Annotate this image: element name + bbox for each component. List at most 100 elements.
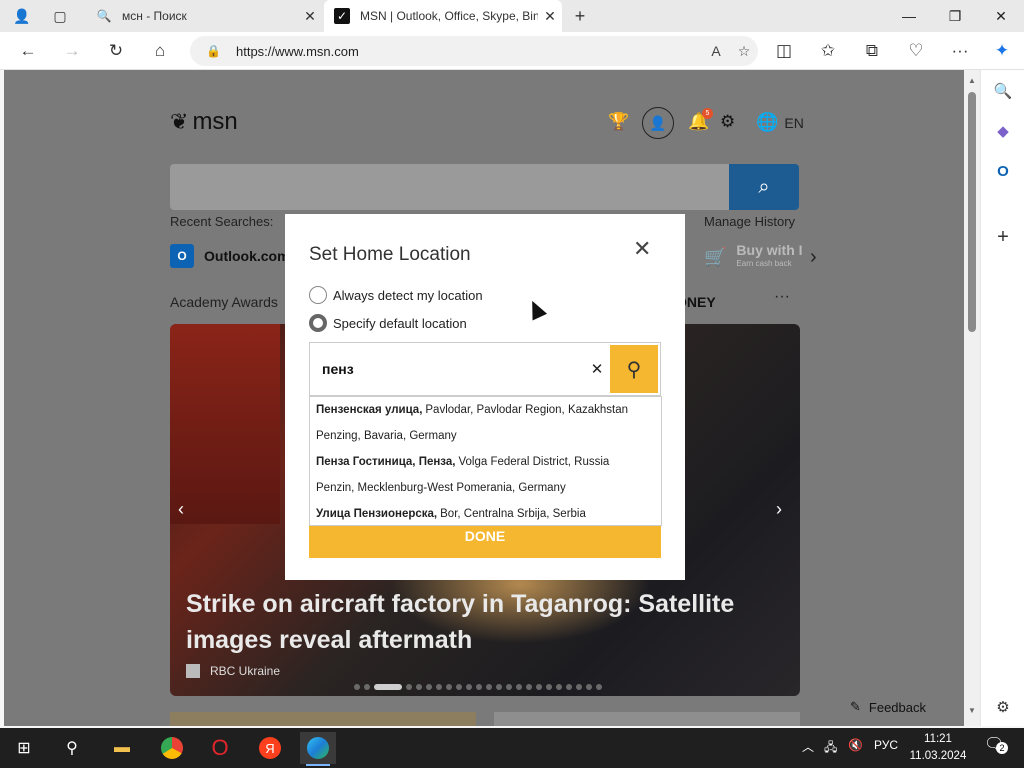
- scroll-down-icon[interactable]: ▼: [964, 706, 980, 715]
- tab-actions-icon[interactable]: ▢: [48, 4, 72, 28]
- carousel-next-icon[interactable]: ›: [776, 499, 782, 520]
- page-scrollbar[interactable]: ▲ ▼: [964, 70, 980, 726]
- carousel-dot[interactable]: [546, 684, 552, 690]
- category-tab-academy-awards[interactable]: Academy Awards: [170, 294, 278, 310]
- suggestion-item[interactable]: Улица Пензионерска, Bor, Centralna Srbija…: [310, 501, 661, 527]
- suggestion-item[interactable]: Пенза Гостиница, Пенза, Volga Federal Dis…: [310, 449, 661, 475]
- carousel-dot[interactable]: [586, 684, 592, 690]
- carousel-dot[interactable]: [576, 684, 582, 690]
- forward-icon[interactable]: →: [58, 37, 86, 65]
- sidebar-add-icon[interactable]: +: [990, 224, 1016, 250]
- carousel-dot[interactable]: [516, 684, 522, 690]
- carousel-dot[interactable]: [364, 684, 370, 690]
- news-card[interactable]: [494, 712, 800, 726]
- clear-icon[interactable]: ✕: [584, 360, 610, 378]
- sidebar-outlook-icon[interactable]: O: [990, 158, 1016, 184]
- settings-gear-icon[interactable]: ⚙: [720, 112, 735, 132]
- news-card[interactable]: [170, 712, 476, 726]
- profile-icon[interactable]: 👤: [10, 4, 34, 28]
- start-windows-icon[interactable]: ⊞: [6, 732, 42, 764]
- more-menu-icon[interactable]: ···: [946, 37, 974, 65]
- carousel-dot[interactable]: [596, 684, 602, 690]
- split-screen-icon[interactable]: ◫: [770, 37, 798, 65]
- msn-search-button[interactable]: ⌕: [729, 164, 799, 210]
- favorite-star-icon[interactable]: ☆: [730, 43, 758, 60]
- scroll-up-icon[interactable]: ▲: [964, 76, 980, 85]
- sidebar-settings-icon[interactable]: ⚙: [990, 694, 1016, 720]
- chrome-icon[interactable]: [154, 732, 190, 764]
- carousel-dot[interactable]: [406, 684, 412, 690]
- tab-search[interactable]: 🔍 мсн - Поиск ✕: [86, 0, 322, 32]
- location-input-value[interactable]: пенз: [310, 361, 584, 377]
- carousel-dot[interactable]: [496, 684, 502, 690]
- carousel-dot[interactable]: [354, 684, 360, 690]
- favorites-icon[interactable]: ✩: [814, 37, 842, 65]
- carousel-dot-active[interactable]: [374, 684, 402, 690]
- sidebar-search-icon[interactable]: 🔍: [990, 78, 1016, 104]
- carousel-dot[interactable]: [426, 684, 432, 690]
- radio-always-detect[interactable]: Always detect my location: [309, 286, 483, 304]
- close-tab-icon[interactable]: ✕: [538, 8, 562, 25]
- input-language[interactable]: РУС: [874, 738, 898, 752]
- performance-icon[interactable]: ♡: [902, 37, 930, 65]
- opera-icon[interactable]: O: [202, 732, 238, 764]
- tray-expand-icon[interactable]: ︿: [802, 738, 814, 755]
- taskbar-search-icon[interactable]: ⚲: [54, 732, 90, 764]
- close-icon[interactable]: ✕: [633, 236, 651, 262]
- carousel-dot[interactable]: [536, 684, 542, 690]
- read-aloud-icon[interactable]: A: [702, 43, 730, 59]
- carousel-dot[interactable]: [526, 684, 532, 690]
- minimize-icon[interactable]: —: [886, 0, 932, 32]
- copilot-icon[interactable]: ✦: [988, 37, 1016, 65]
- volume-muted-icon[interactable]: 🔇: [848, 738, 863, 752]
- suggestion-item[interactable]: Penzin, Mecklenburg-West Pomerania, Germ…: [310, 475, 661, 501]
- carousel-dot[interactable]: [506, 684, 512, 690]
- location-input[interactable]: пенз ✕ ⚲: [309, 342, 661, 396]
- done-button[interactable]: DONE: [309, 526, 661, 558]
- carousel-dot[interactable]: [446, 684, 452, 690]
- location-search-button[interactable]: ⚲: [610, 345, 658, 393]
- language-selector[interactable]: 🌐 EN: [756, 112, 804, 133]
- trophy-icon[interactable]: 🏆: [608, 112, 629, 132]
- carousel-prev-icon[interactable]: ‹: [178, 499, 184, 520]
- carousel-dot[interactable]: [566, 684, 572, 690]
- quick-link-outlook[interactable]: O Outlook.com: [170, 244, 290, 268]
- close-tab-icon[interactable]: ✕: [298, 8, 322, 25]
- refresh-icon[interactable]: ↻: [102, 37, 130, 65]
- new-tab-icon[interactable]: +: [568, 4, 592, 28]
- address-url[interactable]: https://www.msn.com: [236, 44, 702, 59]
- edge-icon[interactable]: [300, 732, 336, 766]
- restore-icon[interactable]: ❐: [932, 0, 978, 32]
- chevron-right-icon[interactable]: ›: [810, 246, 817, 269]
- yandex-browser-icon[interactable]: Я: [252, 732, 288, 764]
- carousel-dot[interactable]: [476, 684, 482, 690]
- feedback-button[interactable]: ✎ Feedback: [840, 692, 940, 722]
- quick-link-buy[interactable]: 🛒 Buy with I Earn cash back: [704, 243, 803, 270]
- collections-icon[interactable]: ⧉: [858, 37, 886, 65]
- carousel-dot[interactable]: [486, 684, 492, 690]
- back-icon[interactable]: ←: [14, 37, 42, 65]
- more-categories-icon[interactable]: ···: [774, 288, 790, 306]
- hero-headline[interactable]: Strike on aircraft factory in Taganrog: …: [186, 586, 786, 658]
- address-bar[interactable]: 🔒 https://www.msn.com A ☆: [190, 36, 758, 66]
- lock-icon[interactable]: 🔒: [206, 44, 221, 58]
- manage-history-link[interactable]: Manage History: [704, 214, 795, 229]
- carousel-dot[interactable]: [466, 684, 472, 690]
- carousel-dot[interactable]: [416, 684, 422, 690]
- suggestion-item[interactable]: Penzing, Bavaria, Germany: [310, 423, 661, 449]
- file-explorer-icon[interactable]: ▬: [104, 732, 140, 764]
- scrollbar-thumb[interactable]: [968, 92, 976, 332]
- network-icon[interactable]: 🖧: [824, 738, 837, 759]
- radio-button-checked[interactable]: [309, 314, 327, 332]
- radio-button[interactable]: [309, 286, 327, 304]
- tab-msn[interactable]: ✓ MSN | Outlook, Office, Skype, Bin ✕: [324, 0, 562, 32]
- msn-logo[interactable]: ❦ msn: [170, 108, 238, 136]
- avatar[interactable]: 👤: [642, 107, 674, 139]
- carousel-dot[interactable]: [456, 684, 462, 690]
- radio-specify-default[interactable]: Specify default location: [309, 314, 467, 332]
- sidebar-copilot-icon[interactable]: ◆: [990, 118, 1016, 144]
- home-icon[interactable]: ⌂: [146, 37, 174, 65]
- close-window-icon[interactable]: ✕: [978, 0, 1024, 32]
- carousel-dot[interactable]: [556, 684, 562, 690]
- carousel-dot[interactable]: [436, 684, 442, 690]
